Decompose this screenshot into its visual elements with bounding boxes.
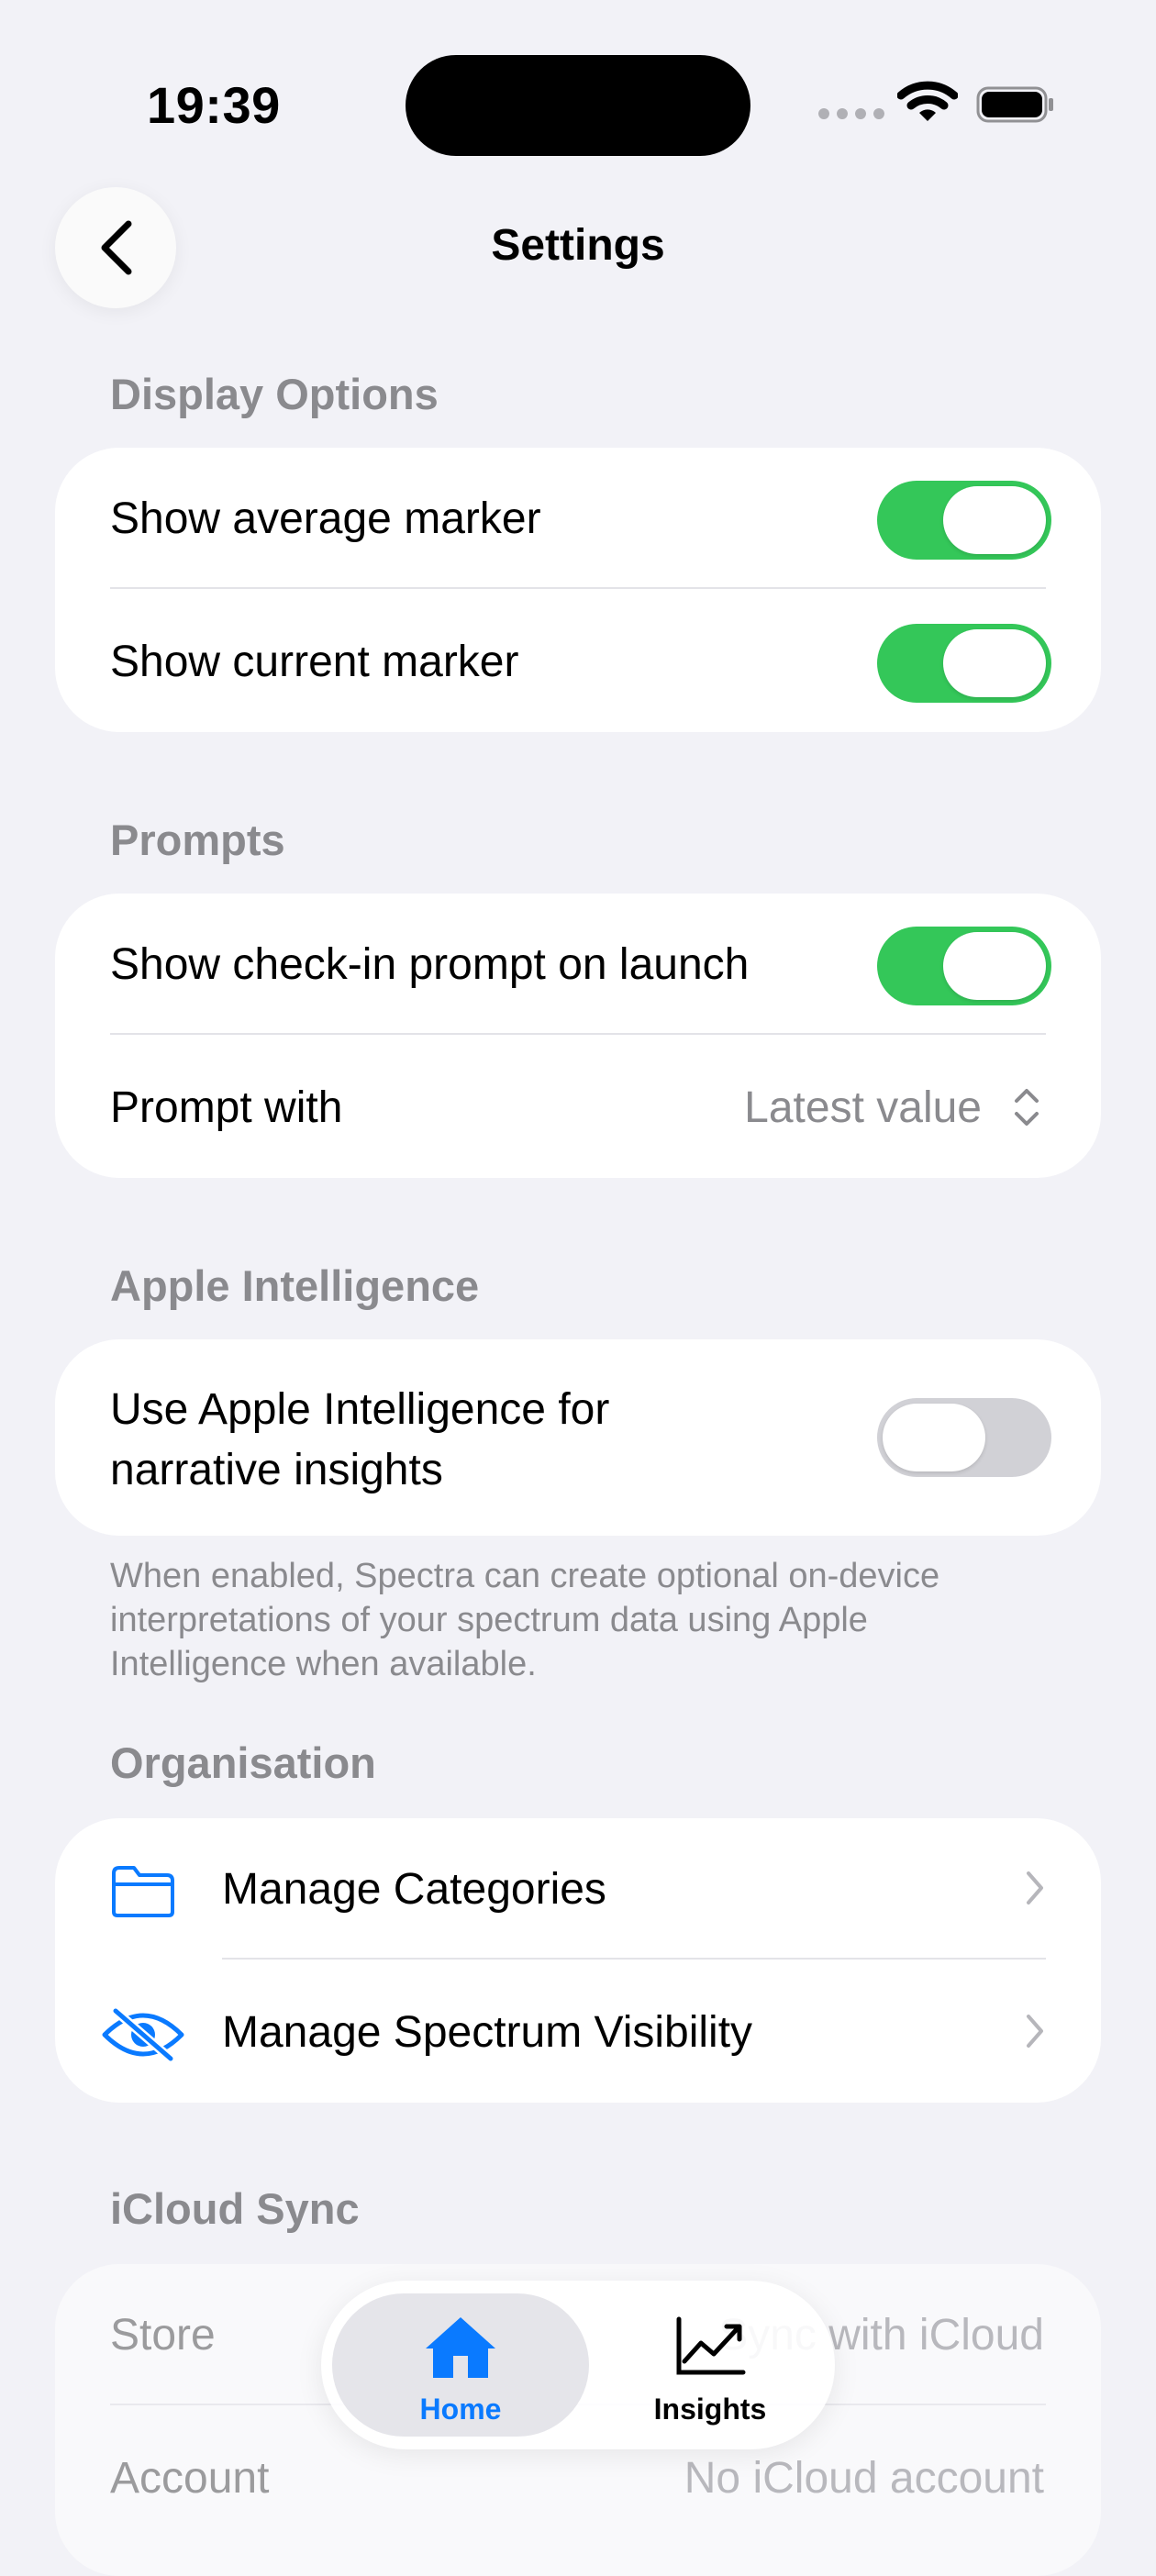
check-in-prompt-label: Show check-in prompt on launch: [110, 940, 750, 989]
account-value: No iCloud account: [684, 2454, 1044, 2503]
show-current-marker-label: Show current marker: [110, 638, 519, 686]
wifi-icon: [897, 81, 958, 121]
folder-icon: [112, 1866, 174, 1917]
organisation-card: Manage Categories Manage Spectrum Visibi…: [55, 1818, 1101, 2103]
check-in-prompt-toggle[interactable]: [877, 927, 1051, 1005]
eye-slash-icon: [102, 2007, 184, 2062]
divider: [110, 587, 1046, 589]
tab-bar: Home Insights: [321, 2281, 835, 2449]
chevron-up-down-icon: [1015, 1089, 1039, 1126]
show-current-marker-toggle[interactable]: [877, 624, 1051, 703]
section-header-ai: Apple Intelligence: [110, 1261, 480, 1310]
status-time: 19:39: [147, 76, 281, 134]
chart-line-icon: [676, 2316, 746, 2375]
signal-dots-icon: [818, 108, 884, 119]
account-label: Account: [110, 2454, 270, 2503]
manage-categories-row[interactable]: Manage Categories: [55, 1818, 1101, 1958]
prompt-with-row[interactable]: Prompt with Latest value: [55, 1037, 1101, 1178]
tab-insights[interactable]: Insights: [596, 2293, 824, 2437]
manage-spectrum-visibility-row[interactable]: Manage Spectrum Visibility: [55, 1961, 1101, 2103]
show-average-marker-toggle[interactable]: [877, 481, 1051, 560]
manage-categories-label: Manage Categories: [222, 1865, 606, 1914]
prompt-with-label: Prompt with: [110, 1083, 343, 1132]
apple-intelligence-label: Use Apple Intelligence for narrative ins…: [110, 1385, 610, 1494]
apple-intelligence-card: Use Apple Intelligence for narrative ins…: [55, 1339, 1101, 1536]
tab-insights-label: Insights: [653, 2393, 767, 2426]
chevron-right-icon: [1027, 2015, 1043, 2048]
house-icon: [426, 2317, 495, 2378]
store-label: Store: [110, 2311, 216, 2359]
battery-icon: [976, 86, 1053, 123]
divider: [110, 1033, 1046, 1035]
tab-home[interactable]: Home: [332, 2293, 589, 2437]
page-title: Settings: [491, 221, 665, 270]
dynamic-island: [406, 55, 750, 156]
chevron-right-icon: [1027, 1871, 1043, 1904]
section-header-display: Display Options: [110, 370, 439, 418]
apple-intelligence-toggle[interactable]: [877, 1398, 1051, 1477]
prompt-with-value: Latest value: [744, 1083, 982, 1132]
show-average-marker-label: Show average marker: [110, 494, 541, 543]
divider: [222, 1958, 1046, 1960]
display-options-card: Show average marker Show current marker: [55, 448, 1101, 732]
manage-spectrum-visibility-label: Manage Spectrum Visibility: [222, 2008, 753, 2057]
tab-home-label: Home: [419, 2393, 502, 2426]
prompts-card: Show check-in prompt on launch Prompt wi…: [55, 894, 1101, 1178]
apple-intelligence-footnote: When enabled, Spectra can create optiona…: [110, 1557, 940, 1683]
section-header-icloud: iCloud Sync: [110, 2184, 360, 2233]
section-header-organisation: Organisation: [110, 1738, 376, 1787]
section-header-prompts: Prompts: [110, 816, 285, 864]
